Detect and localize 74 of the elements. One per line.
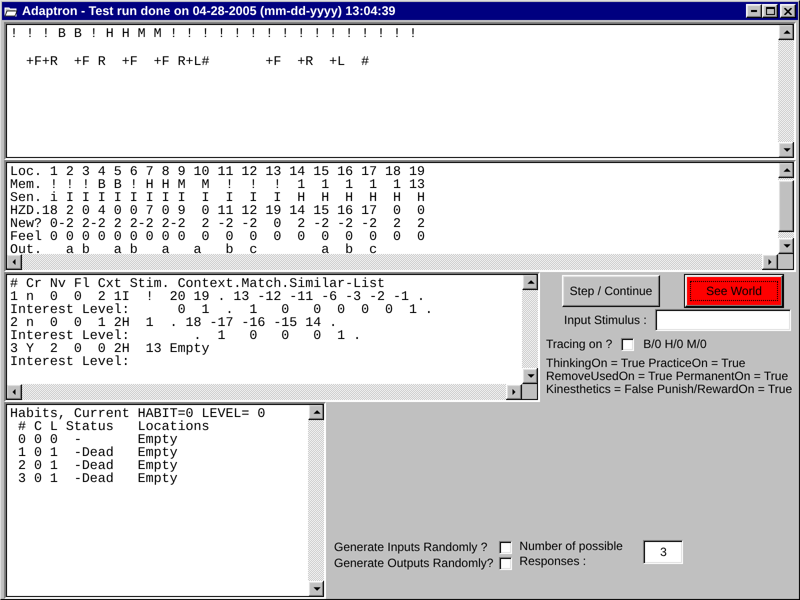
checkbox-label: Tracing on ? bbox=[546, 337, 612, 351]
action-button[interactable]: See World bbox=[685, 275, 783, 307]
triangle-down-icon bbox=[524, 373, 536, 379]
minimize-button[interactable] bbox=[746, 4, 762, 18]
scroll-down-button[interactable] bbox=[778, 238, 794, 254]
scroll-right-button[interactable] bbox=[506, 384, 522, 400]
checkbox[interactable] bbox=[499, 540, 512, 554]
field-label: Number of possible Responses : bbox=[519, 539, 624, 569]
text-line: Mem. ! ! ! B B ! H H M M ! ! ! 1 1 1 1 1 13 bbox=[10, 178, 425, 191]
scroll-up-button[interactable] bbox=[778, 162, 794, 178]
triangle-left-icon bbox=[11, 258, 17, 266]
scroll-up-button[interactable] bbox=[778, 24, 794, 40]
checkbox[interactable] bbox=[499, 556, 512, 570]
text-line: Habits, Current HABIT=0 LEVEL= 0 bbox=[10, 407, 266, 420]
minimize-icon bbox=[751, 10, 757, 12]
text-line: 2 n 0 0 1 2H 1 . 18 -17 -16 -15 14 . bbox=[10, 316, 338, 329]
triangle-right-icon bbox=[511, 388, 517, 396]
maximize-button[interactable] bbox=[762, 4, 778, 18]
text-line: Loc. 1 2 3 4 5 6 7 8 9 10 11 12 13 14 15 16 17 18 19 bbox=[10, 165, 425, 178]
text-line: Sen. i I I I I I I I I I I I I H H H H H H bbox=[10, 191, 425, 204]
responses-field[interactable]: 3 bbox=[643, 540, 684, 564]
close-button[interactable] bbox=[780, 4, 796, 18]
scroll-down-button[interactable] bbox=[522, 368, 538, 384]
triangle-up-icon bbox=[780, 167, 792, 173]
scroll-right-button[interactable] bbox=[762, 254, 778, 270]
triangle-down-icon bbox=[310, 586, 322, 592]
text-line: 3 0 1 -Dead Empty bbox=[16, 472, 178, 485]
text-line: Out. a b a b a a b c a b c bbox=[10, 243, 378, 254]
triangle-right-icon bbox=[767, 258, 773, 266]
checkbox[interactable] bbox=[621, 338, 634, 350]
scroll-down-button[interactable] bbox=[778, 142, 794, 158]
scroll-left-button[interactable] bbox=[6, 384, 22, 400]
text-line: Interest Level: 0 1 . 1 0 0 0 0 0 1 . bbox=[10, 303, 433, 316]
text-pane[interactable]: ! ! ! B B ! H H M M ! ! ! ! ! ! ! ! ! ! ! ! ! ! ! ! +F+R +F R +F +F R+L# +F +R +L # bbox=[6, 24, 778, 158]
checkbox-label: Generate Inputs Randomly ? bbox=[334, 540, 488, 554]
text-line: # C L Status Locations bbox=[18, 420, 210, 433]
text-pane[interactable] bbox=[6, 274, 522, 384]
text-line: 1 n 0 0 2 1I ! 20 19 . 13 -12 -11 -6 -3 -2 -1 . bbox=[10, 290, 425, 303]
triangle-down-icon bbox=[780, 243, 792, 249]
window-title: Adaptron - Test run done on 04-28-2005 (mm-dd-yyyy) 13:04:39 bbox=[22, 4, 396, 18]
text-line: Interest Level: bbox=[10, 355, 130, 368]
folder-icon bbox=[4, 4, 18, 18]
text-line: Feel 0 0 0 0 0 0 0 0 0 0 0 0 0 0 0 0 0 0 0 bbox=[10, 230, 425, 243]
scroll-left-button[interactable] bbox=[6, 254, 22, 270]
text-line: 0 0 0 - Empty bbox=[16, 433, 178, 446]
scroll-up-button[interactable] bbox=[308, 404, 324, 420]
setting-text: Kinesthetics = False Punish/RewardOn = True bbox=[546, 383, 794, 396]
text-pane[interactable]: Habits, Current HABIT=0 LEVEL= 0 # C L Status Locations 0 0 0 - Empty 1 0 1 -Dead Empty 2 0 1 -Dead Empty 3 0 1 -Dead Empty bbox=[6, 404, 308, 597]
close-icon bbox=[784, 8, 792, 14]
text-pane[interactable] bbox=[6, 162, 778, 254]
text-line: 3 Y 2 0 0 2H 13 Empty bbox=[10, 342, 210, 355]
text-line: ! ! ! B B ! H H M M ! ! ! ! ! ! ! ! ! ! ! ! ! ! ! ! bbox=[10, 27, 417, 41]
scroll-down-button[interactable] bbox=[308, 581, 324, 597]
triangle-up-icon bbox=[524, 279, 536, 285]
action-button[interactable]: Step / Continue bbox=[562, 275, 660, 307]
text-line: HZD.18 2 0 4 0 0 7 0 9 0 11 12 19 14 15 16 17 0 0 bbox=[10, 204, 425, 217]
triangle-left-icon bbox=[11, 388, 17, 396]
text-line: 2 0 1 -Dead Empty bbox=[16, 459, 178, 472]
scroll-up-button[interactable] bbox=[522, 274, 538, 290]
text-line: +F+R +F R +F +F R+L# +F +R +L # bbox=[24, 55, 370, 69]
trace-counts: B/0 H/0 M/0 bbox=[643, 337, 707, 351]
text-line: Interest Level: . 1 0 0 0 1 . bbox=[10, 329, 362, 342]
input-field[interactable] bbox=[654, 309, 791, 331]
text-line: New? 0-2 2-2 2 2-2 2-2 2 -2 -2 0 2 -2 -2 -2 2 2 bbox=[10, 217, 425, 230]
triangle-up-icon bbox=[780, 29, 792, 35]
setting-text: ThinkingOn = True PracticeOn = True bbox=[546, 357, 746, 370]
text-line: # Cr Nv Fl Cxt Stim. Context.Match.Similar-List bbox=[10, 277, 386, 290]
triangle-down-icon bbox=[780, 147, 792, 153]
setting-text: RemoveUsedOn = True PermanentOn = True bbox=[546, 370, 790, 383]
field-label: Input Stimulus : bbox=[564, 313, 647, 327]
checkbox-label: Generate Outputs Randomly? bbox=[334, 556, 494, 570]
triangle-up-icon bbox=[310, 409, 322, 415]
maximize-icon bbox=[766, 7, 774, 15]
text-line: 1 0 1 -Dead Empty bbox=[16, 446, 178, 459]
